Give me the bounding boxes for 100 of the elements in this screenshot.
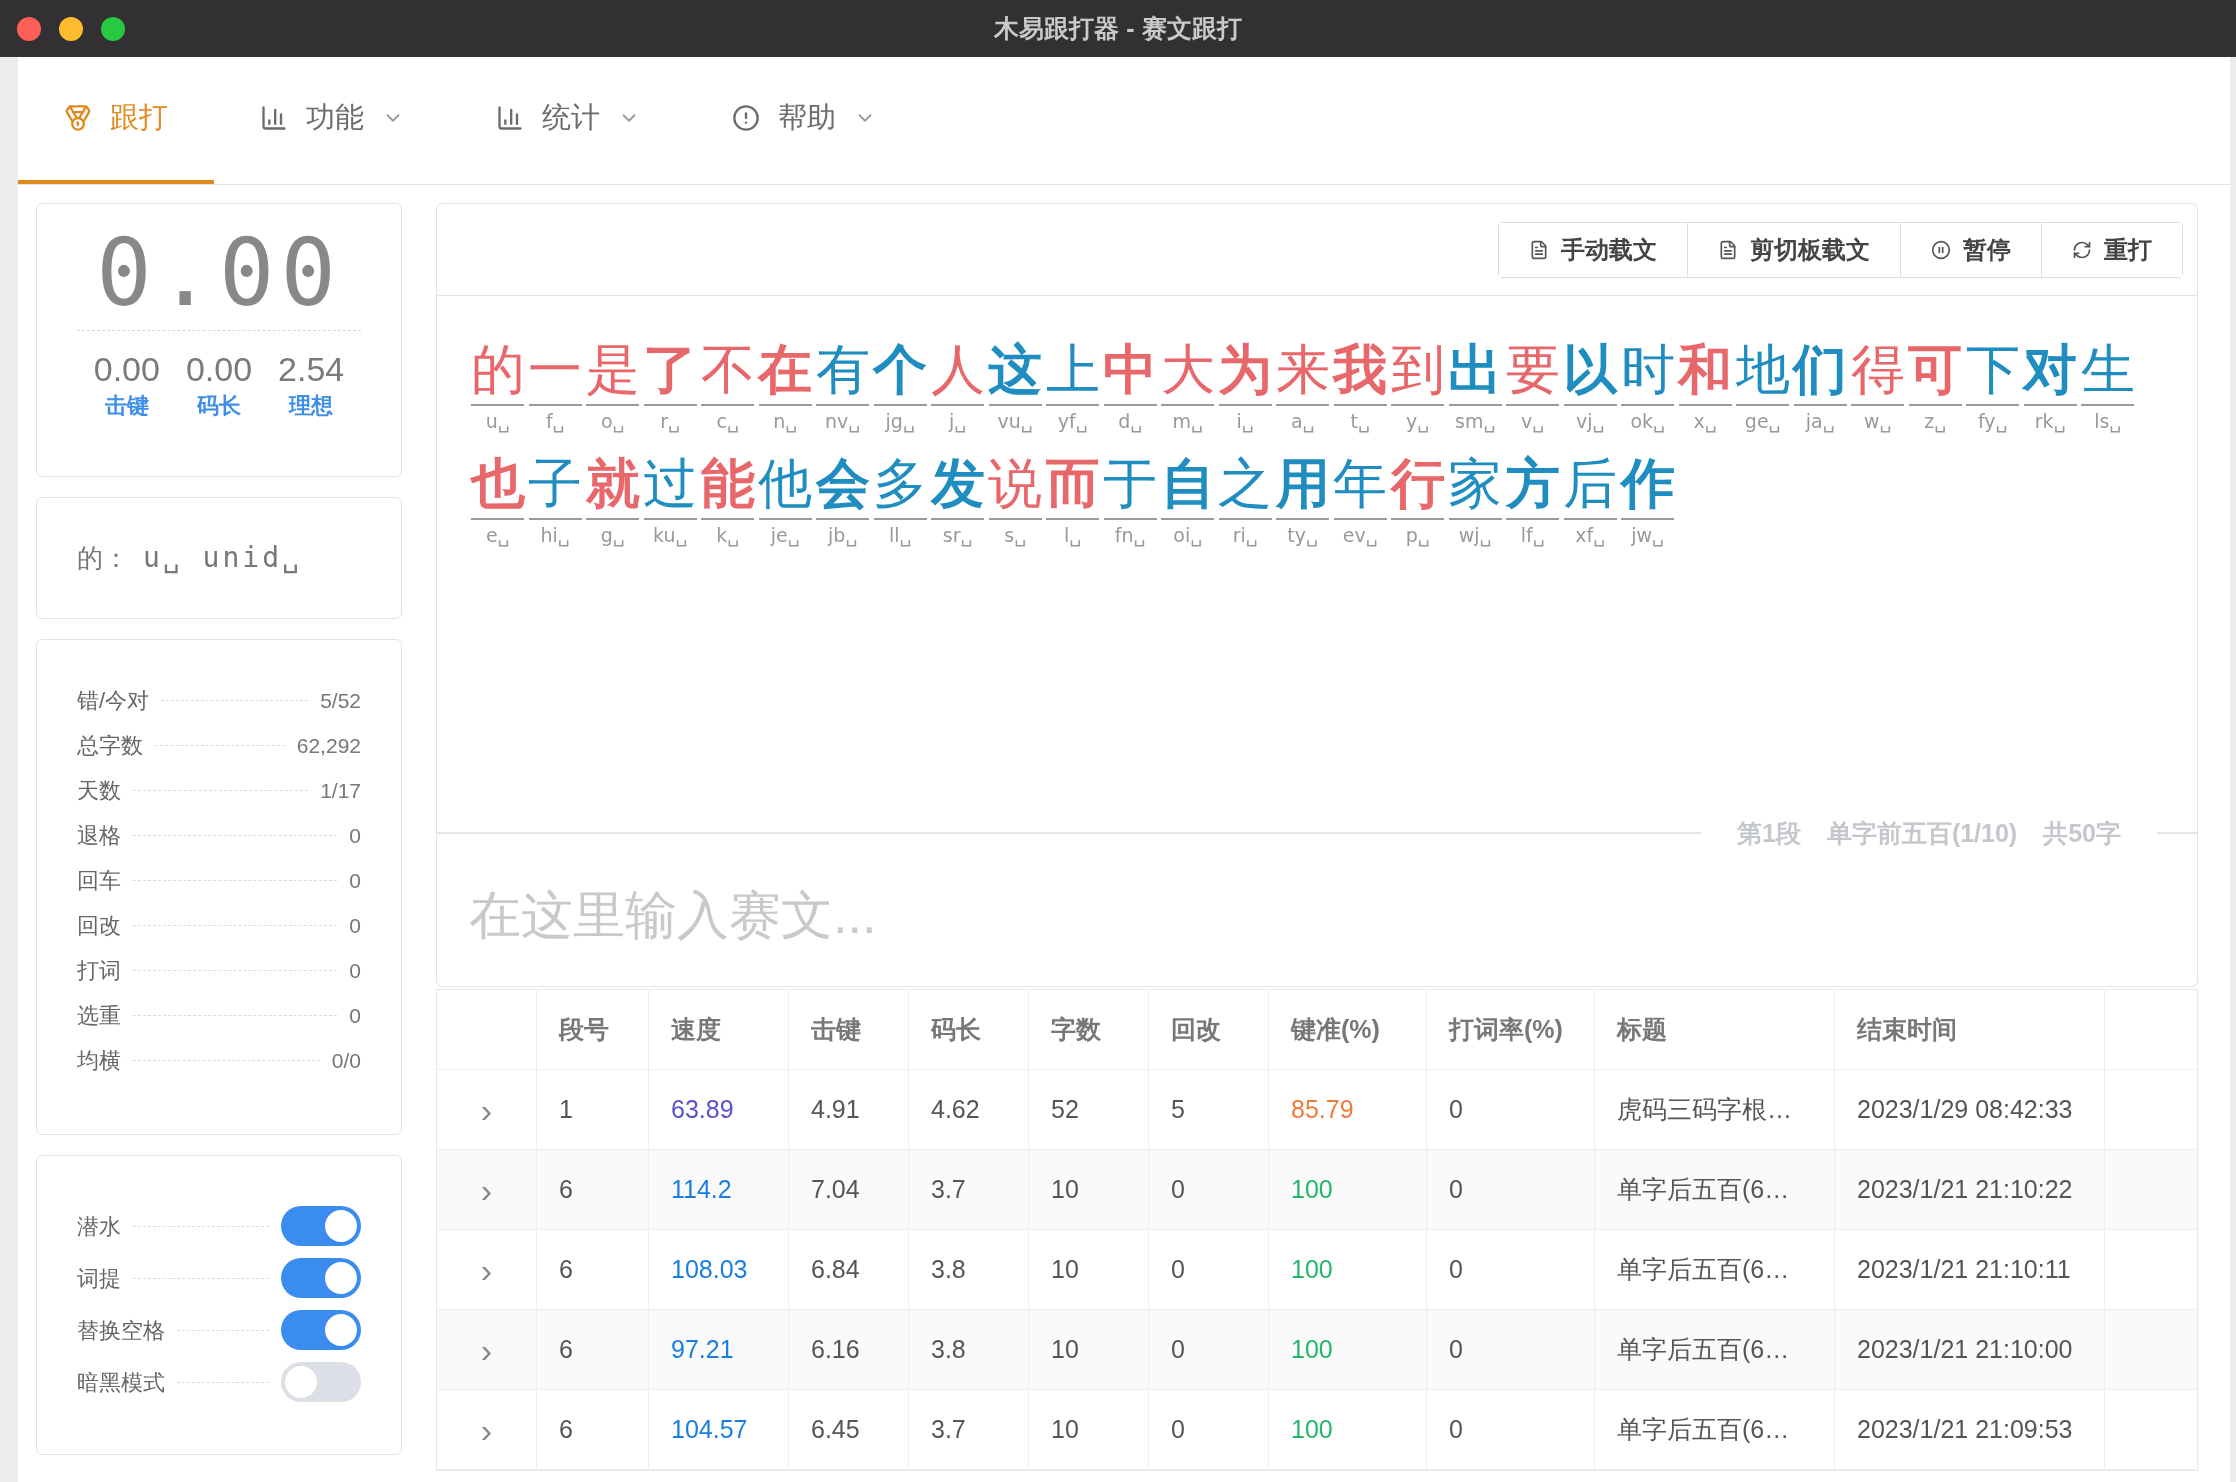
text-character: 多	[873, 452, 928, 515]
text-character: 的	[470, 338, 525, 401]
bar-chart-icon	[496, 104, 524, 132]
toggle-switch[interactable]	[281, 1206, 361, 1246]
minimize-button[interactable]	[59, 16, 83, 41]
code-hint: ja␣	[1805, 409, 1835, 435]
code-hint: j␣	[949, 409, 967, 435]
table-cell-text: 63.89	[671, 1093, 734, 1125]
text-character: 出	[1448, 338, 1503, 401]
toolbar-button[interactable]: 重打	[2041, 222, 2182, 277]
expand-arrow[interactable]: ›	[480, 1092, 493, 1127]
code-hint: m␣	[1172, 409, 1204, 435]
table-cell-text: 108.03	[671, 1253, 748, 1285]
text-character: 们	[1793, 338, 1848, 401]
stat-value: 0	[349, 822, 361, 849]
column-header: 打词率(%)	[1449, 1013, 1563, 1045]
text-character: 作	[1620, 452, 1675, 515]
switch-label: 词提	[77, 1264, 121, 1293]
code-hint: i␣	[1236, 409, 1254, 435]
text-character: 不	[700, 338, 755, 401]
text-character: 就	[585, 452, 640, 515]
table-cell-text: 0	[1449, 1413, 1463, 1445]
text-character: 行	[1390, 452, 1445, 515]
code-hint: nv␣	[825, 409, 861, 435]
table-cell-text: 10	[1051, 1333, 1079, 1365]
code-hint: d␣	[1118, 409, 1143, 435]
text-character: 后	[1563, 452, 1618, 515]
table-cell-text: 2023/1/21 21:10:00	[1857, 1333, 2073, 1365]
stat-value: 1/17	[320, 777, 361, 804]
close-button[interactable]	[17, 16, 41, 41]
stat-label: 回车	[77, 867, 121, 895]
text-character: 人	[930, 338, 985, 401]
stat-label: 错/今对	[77, 687, 150, 715]
text-character: 我	[1333, 338, 1388, 401]
table-cell-text: 0	[1449, 1253, 1463, 1285]
code-hint: ri␣	[1232, 523, 1258, 549]
text-character: 下	[1965, 338, 2020, 401]
expand-arrow[interactable]: ›	[480, 1252, 493, 1287]
table-cell-text: 1	[559, 1093, 573, 1125]
table-cell-text: 4.91	[811, 1093, 860, 1125]
text-character: 一	[528, 338, 583, 401]
code-hint: x␣	[1693, 409, 1717, 435]
code-hint: r␣	[660, 409, 681, 435]
table-cell-text: 3.7	[931, 1173, 966, 1205]
text-character: 也	[470, 452, 525, 515]
column-header: 标题	[1617, 1013, 1667, 1045]
text-character: 大	[1160, 338, 1215, 401]
menu-tab[interactable]: 帮助	[686, 56, 922, 184]
switch-label: 潜水	[77, 1212, 121, 1241]
menu-tab[interactable]: 功能	[214, 56, 450, 184]
table-cell-text: 虎码三码字根…	[1617, 1093, 1792, 1125]
text-character: 地	[1735, 338, 1790, 401]
code-hint: lf␣	[1520, 523, 1545, 549]
metric-label: 码长	[197, 392, 241, 420]
table-cell-text: 2023/1/21 21:09:53	[1857, 1413, 2073, 1445]
column-header: 段号	[559, 1013, 609, 1045]
table-cell-text: 0	[1171, 1413, 1185, 1445]
status-text: 单字前五百(1/10)	[1826, 817, 2018, 849]
table-cell-text: 2023/1/21 21:10:22	[1857, 1173, 2073, 1205]
column-header: 字数	[1051, 1013, 1101, 1045]
stat-label: 天数	[77, 777, 121, 805]
expand-arrow[interactable]: ›	[480, 1172, 493, 1207]
text-character: 得	[1850, 338, 1905, 401]
code-hint: sr␣	[942, 523, 973, 549]
code-hint: p␣	[1405, 523, 1430, 549]
table-cell-text: 100	[1291, 1413, 1333, 1445]
text-character: 家	[1448, 452, 1503, 515]
table-cell-text: 104.57	[671, 1413, 748, 1445]
toggle-switch[interactable]	[281, 1258, 361, 1298]
code-hint: o␣	[600, 409, 625, 435]
pause-icon	[1931, 239, 1951, 260]
table-cell-text: 5	[1171, 1093, 1185, 1125]
stat-value: 5/52	[320, 687, 361, 714]
metric-label: 击键	[104, 392, 149, 420]
stat-label: 打词	[77, 957, 121, 985]
text-character: 上	[1045, 338, 1100, 401]
column-header: 键准(%)	[1291, 1013, 1380, 1045]
table-cell-text: 单字后五百(6…	[1617, 1253, 1790, 1285]
table-cell-text: 4.62	[931, 1093, 980, 1125]
menu-tab[interactable]: 统计	[450, 56, 686, 184]
text-character: 于	[1103, 452, 1158, 515]
toggle-switch[interactable]	[281, 1362, 361, 1402]
text-character: 了	[643, 338, 698, 401]
table-cell-text: 6	[559, 1413, 573, 1445]
text-character: 发	[930, 452, 985, 515]
code-hint: jw␣	[1631, 523, 1665, 549]
expand-arrow[interactable]: ›	[480, 1332, 493, 1367]
text-character: 方	[1505, 452, 1560, 515]
toggle-switch[interactable]	[281, 1310, 361, 1350]
text-character: 为	[1218, 338, 1273, 401]
text-character: 对	[2023, 338, 2078, 401]
table-cell-text: 10	[1051, 1413, 1079, 1445]
code-hint: s␣	[1004, 523, 1027, 549]
column-header: 回改	[1171, 1013, 1221, 1045]
text-character: 这	[988, 338, 1043, 401]
maximize-button[interactable]	[101, 16, 125, 41]
switch-label: 暗黑模式	[77, 1368, 165, 1397]
code-hint: ls␣	[2094, 409, 2122, 435]
expand-arrow[interactable]: ›	[480, 1412, 493, 1447]
text-character: 要	[1505, 338, 1560, 401]
